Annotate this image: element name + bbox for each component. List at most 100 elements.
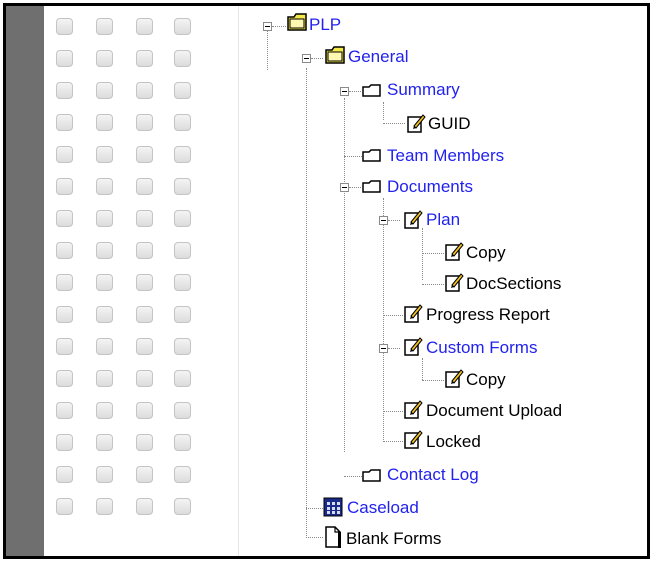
row-toggle-button[interactable]: [136, 210, 153, 227]
row-toggle-button[interactable]: [174, 210, 191, 227]
tree-node-docsections[interactable]: DocSections: [466, 274, 561, 294]
form-pencil-icon: [403, 335, 423, 362]
row-toggle-button[interactable]: [96, 18, 113, 35]
row-toggle-button[interactable]: [56, 18, 73, 35]
row-toggle-button[interactable]: [96, 82, 113, 99]
row-toggle-button[interactable]: [96, 306, 113, 323]
section-tab-icon: [362, 148, 382, 169]
plan-expander[interactable]: [379, 216, 388, 225]
tree-node-document-upload[interactable]: Document Upload: [426, 401, 562, 421]
tree-node-plan-copy[interactable]: Copy: [466, 243, 506, 263]
row-toggle-button[interactable]: [174, 466, 191, 483]
row-toggle-button[interactable]: [96, 338, 113, 355]
row-toggle-button[interactable]: [136, 178, 153, 195]
row-toggle-button[interactable]: [136, 18, 153, 35]
row-toggle-button[interactable]: [174, 82, 191, 99]
form-pencil-icon: [444, 240, 464, 267]
tree-node-caseload[interactable]: Caseload: [347, 498, 419, 518]
row-toggle-button[interactable]: [174, 498, 191, 515]
row-toggle-button[interactable]: [56, 146, 73, 163]
row-toggle-button[interactable]: [136, 114, 153, 131]
row-toggle-button[interactable]: [96, 178, 113, 195]
tree-node-summary[interactable]: Summary: [387, 80, 460, 100]
tree-node-plp[interactable]: PLP: [309, 15, 341, 35]
row-toggle-button[interactable]: [96, 434, 113, 451]
row-toggle-button[interactable]: [136, 434, 153, 451]
row-toggle-button[interactable]: [56, 402, 73, 419]
row-toggle-button[interactable]: [96, 210, 113, 227]
tree-node-general[interactable]: General: [348, 47, 408, 67]
folder-open-icon: [286, 10, 308, 37]
row-toggle-button[interactable]: [56, 114, 73, 131]
form-pencil-icon: [403, 428, 423, 455]
tree-node-team-members[interactable]: Team Members: [387, 146, 504, 166]
grid-icon: [323, 497, 343, 522]
row-toggle-button[interactable]: [136, 306, 153, 323]
custom-forms-expander[interactable]: [379, 344, 388, 353]
row-toggle-button[interactable]: [96, 114, 113, 131]
tree-node-contact-log[interactable]: Contact Log: [387, 465, 479, 485]
row-toggle-button[interactable]: [174, 242, 191, 259]
row-toggle-button[interactable]: [174, 114, 191, 131]
row-toggle-button[interactable]: [56, 242, 73, 259]
row-toggle-button[interactable]: [136, 242, 153, 259]
row-toggle-button[interactable]: [96, 146, 113, 163]
general-expander[interactable]: [302, 54, 311, 63]
row-toggle-button[interactable]: [56, 370, 73, 387]
row-toggle-button[interactable]: [136, 82, 153, 99]
tree-node-blank-forms[interactable]: Blank Forms: [346, 529, 441, 549]
navigation-tree: PLP General Summary GUID Team Members Do…: [238, 6, 647, 556]
row-toggle-button[interactable]: [174, 402, 191, 419]
row-toggle-button[interactable]: [136, 402, 153, 419]
row-toggle-button[interactable]: [56, 274, 73, 291]
row-toggle-button[interactable]: [96, 50, 113, 67]
tree-node-progress-report[interactable]: Progress Report: [426, 305, 550, 325]
row-toggle-button[interactable]: [174, 306, 191, 323]
plp-expander[interactable]: [263, 22, 272, 31]
documents-expander[interactable]: [340, 183, 349, 192]
form-pencil-icon: [444, 271, 464, 298]
form-pencil-icon: [406, 112, 426, 139]
row-toggle-button[interactable]: [136, 498, 153, 515]
row-toggle-button[interactable]: [96, 274, 113, 291]
summary-expander[interactable]: [340, 87, 349, 96]
row-toggle-button[interactable]: [136, 50, 153, 67]
tree-node-custom-forms[interactable]: Custom Forms: [426, 338, 537, 358]
row-toggle-button[interactable]: [174, 178, 191, 195]
row-toggle-button[interactable]: [96, 466, 113, 483]
row-toggle-button[interactable]: [56, 82, 73, 99]
tree-node-plan[interactable]: Plan: [426, 210, 460, 230]
form-pencil-icon: [444, 367, 464, 394]
form-pencil-icon: [403, 398, 423, 425]
section-tab-icon: [362, 468, 382, 489]
tree-panel: PLP General Summary GUID Team Members Do…: [3, 3, 650, 559]
row-toggle-button[interactable]: [96, 498, 113, 515]
row-toggle-button[interactable]: [136, 146, 153, 163]
row-toggle-button[interactable]: [96, 402, 113, 419]
row-toggle-button[interactable]: [174, 274, 191, 291]
row-toggle-button[interactable]: [96, 242, 113, 259]
row-toggle-button[interactable]: [174, 18, 191, 35]
row-toggle-button[interactable]: [96, 370, 113, 387]
row-toggle-button[interactable]: [56, 50, 73, 67]
tree-node-custom-forms-copy[interactable]: Copy: [466, 370, 506, 390]
row-toggle-button[interactable]: [56, 466, 73, 483]
row-toggle-button[interactable]: [174, 50, 191, 67]
row-toggle-button[interactable]: [174, 370, 191, 387]
tree-node-documents[interactable]: Documents: [387, 177, 473, 197]
row-toggle-button[interactable]: [56, 178, 73, 195]
row-toggle-button[interactable]: [136, 466, 153, 483]
row-toggle-button[interactable]: [136, 370, 153, 387]
row-toggle-button[interactable]: [136, 274, 153, 291]
row-toggle-button[interactable]: [174, 338, 191, 355]
row-toggle-button[interactable]: [56, 434, 73, 451]
tree-node-locked[interactable]: Locked: [426, 432, 481, 452]
row-toggle-button[interactable]: [56, 210, 73, 227]
row-toggle-button[interactable]: [174, 146, 191, 163]
row-toggle-button[interactable]: [174, 434, 191, 451]
tree-node-guid[interactable]: GUID: [428, 114, 471, 134]
row-toggle-button[interactable]: [136, 338, 153, 355]
row-toggle-button[interactable]: [56, 338, 73, 355]
row-toggle-button[interactable]: [56, 306, 73, 323]
row-toggle-button[interactable]: [56, 498, 73, 515]
